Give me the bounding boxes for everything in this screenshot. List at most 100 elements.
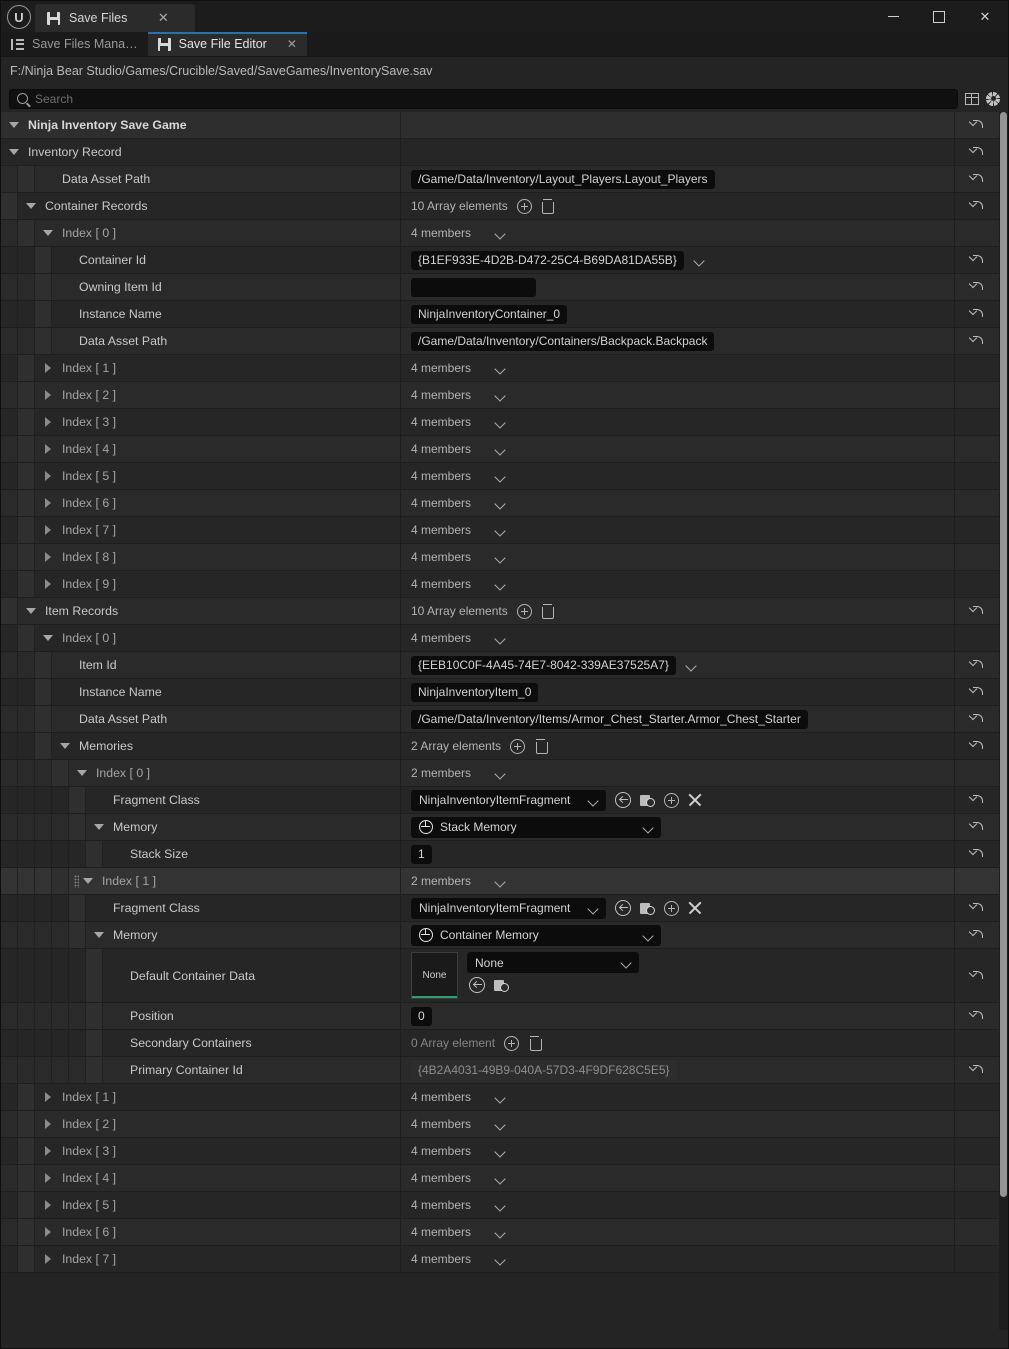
text-input[interactable] bbox=[411, 277, 536, 297]
window-tab-close-icon[interactable]: ✕ bbox=[154, 9, 172, 27]
close-button[interactable]: ✕ bbox=[962, 1, 1008, 32]
asset-thumbnail[interactable]: None bbox=[411, 952, 458, 999]
chevron-down-icon[interactable] bbox=[494, 1226, 507, 1239]
expand-arrow-icon[interactable] bbox=[40, 414, 56, 430]
reset-to-default-icon[interactable] bbox=[970, 253, 985, 267]
reset-to-default-icon[interactable] bbox=[970, 685, 985, 699]
use-selected-asset-icon[interactable] bbox=[469, 977, 485, 993]
vertical-scrollbar[interactable] bbox=[999, 112, 1008, 1330]
use-selected-asset-icon[interactable] bbox=[615, 900, 631, 916]
chevron-down-icon[interactable] bbox=[494, 497, 507, 510]
chevron-down-icon[interactable] bbox=[620, 956, 633, 969]
chevron-down-icon[interactable] bbox=[642, 929, 655, 942]
chevron-down-icon[interactable] bbox=[494, 767, 507, 780]
chevron-down-icon[interactable] bbox=[494, 1172, 507, 1185]
chevron-down-icon[interactable] bbox=[494, 632, 507, 645]
reset-to-default-icon[interactable] bbox=[970, 199, 985, 213]
chevron-down-icon[interactable] bbox=[587, 794, 600, 807]
new-asset-icon[interactable] bbox=[664, 900, 679, 916]
add-element-icon[interactable] bbox=[510, 738, 526, 754]
chevron-down-icon[interactable] bbox=[494, 470, 507, 483]
reset-to-default-icon[interactable] bbox=[970, 604, 985, 618]
asset-combobox[interactable]: None bbox=[467, 952, 639, 973]
maximize-button[interactable] bbox=[916, 1, 962, 32]
tab-close-icon[interactable]: ✕ bbox=[287, 37, 297, 51]
reset-to-default-icon[interactable] bbox=[970, 820, 985, 834]
expand-arrow-icon[interactable] bbox=[40, 360, 56, 376]
expand-arrow-icon[interactable] bbox=[40, 387, 56, 403]
scrollbar-thumb[interactable] bbox=[1000, 112, 1007, 1197]
expand-arrow-icon[interactable] bbox=[40, 1089, 56, 1105]
reset-to-default-icon[interactable] bbox=[970, 793, 985, 807]
collapse-arrow-icon[interactable] bbox=[91, 927, 107, 943]
text-input[interactable]: /Game/Data/Inventory/Items/Armor_Chest_S… bbox=[411, 709, 808, 729]
grid-view-icon[interactable] bbox=[965, 92, 979, 105]
add-element-icon[interactable] bbox=[516, 603, 532, 619]
browse-content-icon[interactable] bbox=[640, 794, 655, 807]
reset-to-default-icon[interactable] bbox=[970, 739, 985, 753]
chevron-down-icon[interactable] bbox=[494, 1199, 507, 1212]
reset-to-default-icon[interactable] bbox=[970, 307, 985, 321]
collapse-arrow-icon[interactable] bbox=[80, 873, 96, 889]
expand-arrow-icon[interactable] bbox=[40, 468, 56, 484]
chevron-down-icon[interactable] bbox=[494, 524, 507, 537]
chevron-down-icon[interactable] bbox=[494, 1091, 507, 1104]
delete-all-elements-icon[interactable] bbox=[534, 738, 548, 754]
chevron-down-icon[interactable] bbox=[494, 551, 507, 564]
collapse-arrow-icon[interactable] bbox=[74, 765, 90, 781]
chevron-down-icon[interactable] bbox=[494, 875, 507, 888]
class-combobox[interactable]: NinjaInventoryItemFragment bbox=[411, 897, 606, 919]
delete-all-elements-icon[interactable] bbox=[528, 1035, 542, 1051]
reset-to-default-icon[interactable] bbox=[970, 928, 985, 942]
expand-arrow-icon[interactable] bbox=[40, 1143, 56, 1159]
expand-arrow-icon[interactable] bbox=[40, 1197, 56, 1213]
chevron-down-icon[interactable] bbox=[494, 443, 507, 456]
reset-to-default-icon[interactable] bbox=[970, 847, 985, 861]
text-input[interactable]: NinjaInventoryContainer_0 bbox=[411, 304, 568, 324]
chevron-down-icon[interactable] bbox=[494, 227, 507, 240]
expand-arrow-icon[interactable] bbox=[40, 549, 56, 565]
struct-combobox[interactable]: Container Memory bbox=[411, 924, 661, 946]
chevron-down-icon[interactable] bbox=[494, 416, 507, 429]
class-combobox[interactable]: NinjaInventoryItemFragment bbox=[411, 789, 606, 811]
add-element-icon[interactable] bbox=[516, 198, 532, 214]
expand-arrow-icon[interactable] bbox=[40, 522, 56, 538]
reset-to-default-icon[interactable] bbox=[970, 1063, 985, 1077]
collapse-arrow-icon[interactable] bbox=[23, 603, 39, 619]
collapse-arrow-icon[interactable] bbox=[6, 117, 22, 133]
text-input[interactable]: 0 bbox=[411, 1006, 432, 1026]
delete-all-elements-icon[interactable] bbox=[541, 603, 555, 619]
guid-input[interactable]: {EEB10C0F-4A45-74E7-8042-339AE37525A7} bbox=[411, 655, 676, 675]
reset-to-default-icon[interactable] bbox=[970, 712, 985, 726]
browse-content-icon[interactable] bbox=[640, 902, 655, 915]
collapse-arrow-icon[interactable] bbox=[6, 144, 22, 160]
chevron-down-icon[interactable] bbox=[693, 254, 706, 267]
drag-handle-icon[interactable] bbox=[74, 874, 79, 888]
struct-combobox[interactable]: Stack Memory bbox=[411, 816, 661, 838]
tab-save-file-editor[interactable]: Save File Editor ✕ bbox=[147, 32, 308, 56]
clear-asset-icon[interactable] bbox=[688, 793, 702, 807]
expand-arrow-icon[interactable] bbox=[40, 1224, 56, 1240]
collapse-arrow-icon[interactable] bbox=[57, 738, 73, 754]
expand-arrow-icon[interactable] bbox=[40, 495, 56, 511]
add-element-icon[interactable] bbox=[504, 1035, 520, 1051]
reset-to-default-icon[interactable] bbox=[970, 901, 985, 915]
text-input[interactable]: 1 bbox=[411, 844, 432, 864]
reset-to-default-icon[interactable] bbox=[970, 172, 985, 186]
window-tab-save-files[interactable]: Save Files ✕ bbox=[35, 4, 195, 32]
text-input[interactable]: /Game/Data/Inventory/Layout_Players.Layo… bbox=[411, 169, 715, 189]
chevron-down-icon[interactable] bbox=[494, 1118, 507, 1131]
tab-save-files-manager[interactable]: Save Files Mana… bbox=[1, 32, 148, 56]
use-selected-asset-icon[interactable] bbox=[615, 792, 631, 808]
chevron-down-icon[interactable] bbox=[494, 389, 507, 402]
chevron-down-icon[interactable] bbox=[494, 1253, 507, 1266]
chevron-down-icon[interactable] bbox=[494, 362, 507, 375]
reset-to-default-icon[interactable] bbox=[970, 334, 985, 348]
delete-all-elements-icon[interactable] bbox=[541, 198, 555, 214]
search-input[interactable] bbox=[35, 91, 950, 106]
reset-to-default-icon[interactable] bbox=[970, 118, 985, 132]
search-box[interactable] bbox=[9, 88, 958, 109]
minimize-button[interactable] bbox=[870, 1, 916, 32]
expand-arrow-icon[interactable] bbox=[40, 1116, 56, 1132]
text-input[interactable]: /Game/Data/Inventory/Containers/Backpack… bbox=[411, 331, 715, 351]
